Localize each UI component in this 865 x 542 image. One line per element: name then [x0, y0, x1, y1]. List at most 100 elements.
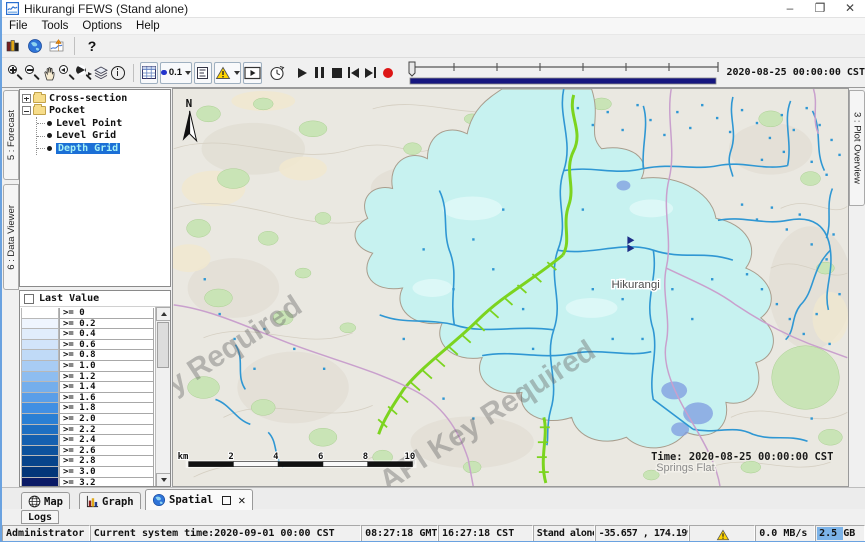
legend-scrollbar[interactable]	[155, 307, 170, 487]
legend-row: >= 1.8	[21, 403, 154, 414]
title-bar: Hikurangi FEWS (Stand alone) – ❐ ✕	[2, 0, 865, 18]
tree-item-level-point[interactable]: Level Point	[56, 118, 122, 129]
memory-label: 2.5 GB	[819, 528, 855, 539]
help-button[interactable]: ?	[81, 35, 103, 57]
timeseries-icon	[49, 38, 66, 54]
menu-file[interactable]: File	[2, 20, 35, 32]
timeseries-button[interactable]	[46, 35, 68, 57]
legend-row: >= 1.0	[21, 361, 154, 372]
classification-button[interactable]	[194, 62, 212, 84]
legend-label[interactable]: >= 3.0	[59, 467, 154, 478]
tree-item-depth-grid[interactable]: Depth Grid	[56, 143, 120, 154]
tab-plot-overview[interactable]: 3 : Plot Overview	[849, 90, 865, 206]
legend-label[interactable]: >= 0.6	[59, 340, 154, 351]
left-tab-strip: 5 : Forecast 6 : Data Viewer	[2, 88, 19, 487]
tree-item-level-grid[interactable]: Level Grid	[56, 130, 116, 141]
menu-options[interactable]: Options	[75, 20, 129, 32]
legend-label[interactable]: >= 2.0	[59, 414, 154, 425]
toolbar-separator	[74, 37, 75, 55]
toolbar-separator	[133, 64, 134, 82]
legend-label[interactable]: >= 0.4	[59, 329, 154, 340]
record-button[interactable]	[379, 62, 396, 84]
layer-tree: Cross-section Pocket Level Point Level G…	[19, 89, 171, 287]
bullet-icon	[47, 133, 52, 138]
legend-label[interactable]: >= 0	[59, 308, 154, 319]
close-panel-icon[interactable]: ✕	[238, 495, 245, 505]
maximize-panel-icon[interactable]	[222, 496, 231, 505]
status-memory: 2.5 GB	[815, 525, 865, 542]
slider-thumb[interactable]	[409, 62, 415, 76]
legend-row: >= 0.6	[21, 340, 154, 351]
pause-button[interactable]	[311, 62, 328, 84]
menu-help[interactable]: Help	[129, 20, 167, 32]
legend-label[interactable]: >= 2.8	[59, 456, 154, 467]
animation-button[interactable]	[243, 62, 262, 84]
zoom-previous-button[interactable]	[58, 62, 75, 84]
map-globe-icon	[28, 495, 41, 508]
status-warning-cell[interactable]	[689, 525, 755, 542]
legend-row: >= 0.2	[21, 319, 154, 330]
skip-to-end-button[interactable]	[362, 62, 379, 84]
grid-display-button[interactable]	[140, 62, 158, 84]
skip-to-start-button[interactable]	[345, 62, 362, 84]
threshold-dropdown[interactable]: 0.1	[160, 62, 192, 84]
legend-label[interactable]: >= 2.6	[59, 446, 154, 457]
tab-map[interactable]: Map	[21, 492, 70, 510]
close-button[interactable]: ✕	[835, 0, 865, 18]
database-button[interactable]	[2, 35, 24, 57]
status-system-time: Current system time:2020-09-01 00:00 CST	[90, 525, 361, 542]
legend-label[interactable]: >= 0.8	[59, 350, 154, 361]
legend-row: >= 1.6	[21, 393, 154, 404]
expand-icon[interactable]	[22, 94, 31, 103]
logs-tab[interactable]: Logs	[21, 510, 59, 524]
last-value-checkbox[interactable]	[24, 294, 34, 304]
tab-spatial[interactable]: Spatial ✕	[145, 489, 253, 510]
database-icon	[5, 38, 21, 54]
threshold-value: 0.1	[169, 67, 182, 78]
scrollbar-thumb[interactable]	[157, 322, 169, 368]
maximize-button[interactable]: ❐	[805, 0, 835, 18]
tree-item-pocket[interactable]: Pocket	[49, 105, 85, 116]
tab-data-viewer[interactable]: 6 : Data Viewer	[3, 184, 19, 290]
legend-title: Last Value	[39, 293, 99, 304]
legend-label[interactable]: >= 1.2	[59, 372, 154, 383]
movie-play-icon	[244, 66, 261, 80]
legend-label[interactable]: >= 0.2	[59, 319, 154, 330]
play-button[interactable]	[294, 62, 311, 84]
info-button[interactable]	[109, 62, 126, 84]
tab-forecast[interactable]: 5 : Forecast	[3, 90, 19, 180]
folder-icon	[33, 106, 46, 115]
time-slider[interactable]	[407, 59, 722, 86]
tab-graph[interactable]: Graph	[79, 492, 141, 510]
thresholds-warning-dropdown[interactable]	[214, 62, 241, 84]
pan-button[interactable]	[41, 62, 58, 84]
legend-label[interactable]: >= 1.8	[59, 403, 154, 414]
legend-label[interactable]: >= 1.4	[59, 382, 154, 393]
zoom-in-button[interactable]	[7, 62, 24, 84]
map-canvas[interactable]: API Key Required API Key Required Hikura…	[173, 89, 848, 486]
legend-label[interactable]: >= 2.2	[59, 425, 154, 436]
menu-bar: File Tools Options Help	[2, 18, 865, 35]
status-transfer-rate: 0.0 MB/s	[755, 525, 815, 542]
layers-button[interactable]	[92, 62, 109, 84]
legend-row: >= 0	[21, 308, 154, 319]
map-display-button[interactable]	[24, 35, 46, 57]
time-settings-button[interactable]	[269, 62, 286, 84]
legend-row: >= 2.6	[21, 446, 154, 457]
zoom-out-button[interactable]	[24, 62, 41, 84]
minimize-button[interactable]: –	[775, 0, 805, 18]
warning-icon	[716, 529, 730, 541]
legend-label[interactable]: >= 1.6	[59, 393, 154, 404]
scroll-down-button[interactable]	[156, 473, 171, 487]
legend-label[interactable]: >= 2.4	[59, 435, 154, 446]
collapse-icon[interactable]	[22, 106, 31, 115]
menu-tools[interactable]: Tools	[35, 20, 76, 32]
legend-row: >= 0.8	[21, 350, 154, 361]
tab-map-label: Map	[44, 496, 63, 508]
stop-button[interactable]	[328, 62, 345, 84]
scroll-up-button[interactable]	[156, 307, 171, 321]
legend-label[interactable]: >= 3.2	[59, 478, 154, 488]
zoom-next-button[interactable]	[75, 62, 92, 84]
tree-item-cross-section[interactable]: Cross-section	[49, 93, 127, 104]
legend-label[interactable]: >= 1.0	[59, 361, 154, 372]
